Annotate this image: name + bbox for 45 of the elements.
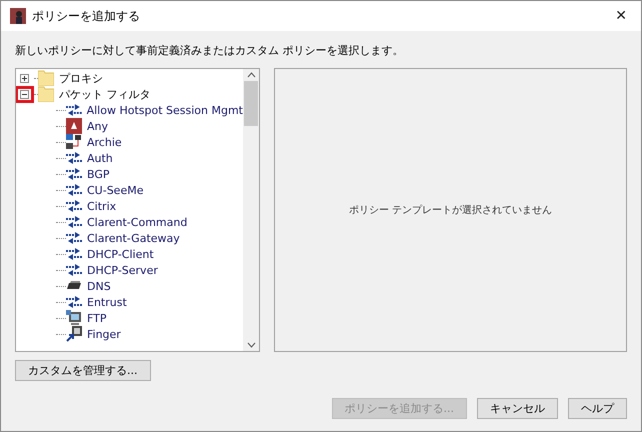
tree-item[interactable]: Finger — [87, 328, 121, 340]
arrows-icon — [66, 168, 82, 180]
arrows-icon — [66, 296, 82, 308]
tree-item[interactable]: Entrust — [87, 296, 127, 308]
window-title: ポリシーを追加する — [32, 8, 141, 24]
terminal-icon — [66, 326, 82, 342]
tree-item[interactable]: Clarent-Command — [87, 216, 188, 228]
folder-icon — [38, 86, 54, 102]
dialog-button[interactable]: ヘルプ — [568, 398, 627, 419]
tree-item[interactable]: パケット フィルタ — [59, 86, 150, 102]
arrows-icon — [66, 216, 82, 228]
tree-item[interactable]: Allow Hotspot Session Mgmt — [86, 104, 243, 116]
tree-item[interactable]: FTP — [87, 312, 106, 324]
expand-icon[interactable] — [20, 74, 29, 82]
arrows-icon — [66, 264, 82, 276]
arrows-icon — [66, 200, 82, 212]
tree-item[interactable]: Citrix — [87, 200, 116, 212]
shield-icon — [66, 118, 82, 134]
arrows-icon — [66, 152, 82, 164]
tree-item[interactable]: Auth — [87, 152, 113, 164]
tree-item[interactable]: Clarent-Gateway — [87, 232, 180, 244]
tree-item[interactable]: DHCP-Server — [87, 264, 158, 276]
network-icon — [66, 134, 82, 150]
arrows-icon — [66, 248, 82, 260]
monitor-icon — [66, 310, 82, 326]
dialog-button[interactable]: キャンセル — [477, 398, 558, 419]
arrows-icon — [66, 232, 82, 244]
tree-item[interactable]: DHCP-Client — [87, 248, 154, 260]
tree-item[interactable]: Archie — [87, 136, 122, 148]
scroll-thumb[interactable] — [244, 81, 258, 126]
close-button[interactable]: ✕ — [607, 8, 635, 24]
app-icon — [10, 8, 26, 24]
tree-item[interactable]: Any — [87, 120, 108, 132]
collapse-icon[interactable] — [20, 90, 29, 98]
instruction-text: 新しいポリシーに対して事前定義済みまたはカスタム ポリシーを選択します。 — [15, 43, 404, 58]
empty-message: ポリシー テンプレートが選択されていません — [348, 204, 552, 217]
tree-item[interactable]: プロキシ — [59, 70, 103, 86]
tree-item[interactable]: BGP — [87, 168, 110, 180]
folder-icon — [38, 70, 54, 86]
manage-custom-button[interactable]: カスタムを管理する... — [15, 360, 150, 381]
arrows-icon — [66, 104, 82, 116]
tree-item[interactable]: CU-SeeMe — [87, 184, 144, 196]
scrollbar[interactable] — [243, 69, 259, 351]
tree-item[interactable]: DNS — [87, 280, 111, 292]
arrows-icon — [66, 184, 82, 196]
